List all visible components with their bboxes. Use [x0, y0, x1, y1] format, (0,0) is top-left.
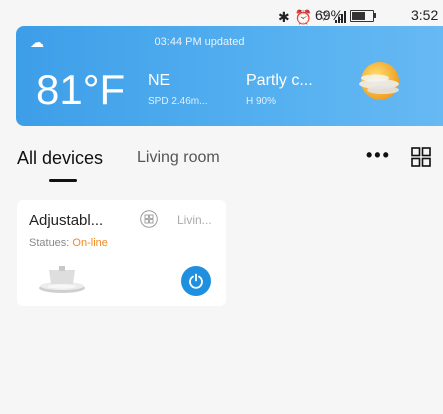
partly-cloudy-icon — [359, 62, 399, 100]
weather-updated-time: 03:44 PM updated — [154, 36, 245, 48]
weather-condition: Partly c... — [246, 72, 313, 89]
humidity: H 90% — [246, 96, 277, 107]
battery-icon — [350, 10, 374, 22]
device-room: Livin... — [177, 213, 212, 227]
weather-card[interactable]: ☁ 03:44 PM updated 81°F NE SPD 2.46m... … — [16, 26, 443, 126]
bluetooth-icon: ✱ — [278, 8, 290, 25]
wind-speed: SPD 2.46m... — [148, 96, 208, 107]
status-label: Statues: — [29, 237, 70, 249]
room-icon — [140, 210, 158, 228]
device-name: Adjustabl... — [29, 212, 104, 229]
status-time: 3:52 — [411, 7, 439, 23]
power-button[interactable] — [181, 266, 211, 296]
device-card[interactable]: Adjustabl... Livin... Statues: On-line — [17, 200, 226, 306]
device-status: Statues: On-line — [29, 237, 108, 249]
tab-all-devices[interactable]: All devices — [17, 148, 103, 169]
more-options-icon[interactable]: ••• — [366, 145, 391, 166]
active-tab-indicator — [49, 179, 77, 182]
alarm-icon: ⏰ — [294, 8, 313, 25]
temperature: 81°F — [36, 66, 126, 113]
tab-living-room[interactable]: Living room — [137, 149, 220, 167]
wind-direction: NE — [148, 72, 171, 89]
battery-percent: 69% — [315, 7, 344, 23]
power-icon — [189, 273, 203, 289]
downlight-icon — [39, 266, 85, 293]
status-value: On-line — [72, 237, 108, 249]
grid-view-icon[interactable] — [411, 147, 431, 167]
